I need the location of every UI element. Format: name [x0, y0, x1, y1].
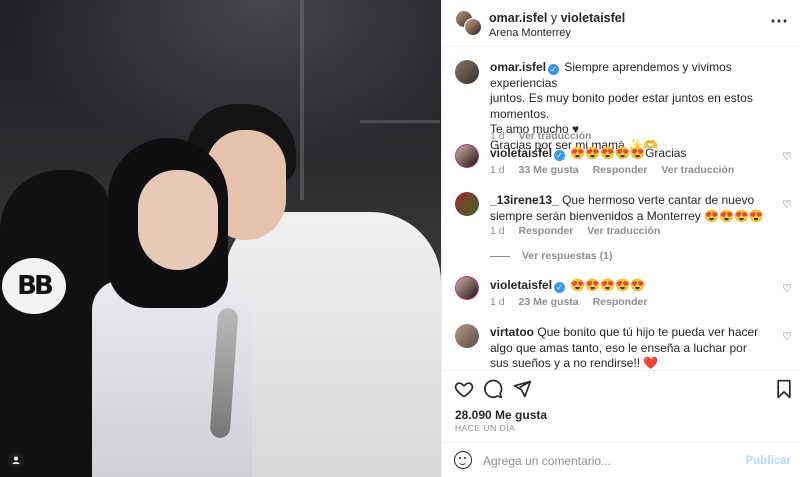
author-joiner: y	[550, 11, 558, 25]
more-horizontal-icon[interactable]: ⋯	[770, 12, 789, 30]
comment-icon[interactable]	[483, 379, 503, 403]
view-replies-label: Ver respuestas (1)	[522, 250, 613, 262]
reply-link[interactable]: Responder	[593, 164, 648, 176]
avatar[interactable]	[455, 276, 479, 300]
post-side-panel: omar.isfel y violetaisfel Arena Monterre…	[441, 0, 800, 477]
comment-user[interactable]: _13irene13_	[490, 193, 559, 207]
translate-link[interactable]: Ver traducción	[587, 225, 660, 237]
post-photo[interactable]: BB	[0, 0, 441, 477]
timestamp[interactable]: 1 d	[490, 225, 505, 237]
view-replies-button[interactable]: Ver respuestas (1)	[490, 250, 612, 262]
post-date[interactable]: HACE UN DÍA	[455, 423, 515, 433]
man-shirt	[226, 212, 441, 477]
comment-user[interactable]: virtatoo	[490, 325, 534, 339]
post-authors: omar.isfel y violetaisfel	[489, 11, 625, 25]
timestamp[interactable]: 1 d	[490, 130, 505, 142]
collab-avatars[interactable]	[455, 10, 482, 36]
comment-text: 😍😍😍😍😍	[570, 278, 646, 292]
heart-icon[interactable]: ♡	[782, 330, 792, 343]
comment-user[interactable]: violetaisfel	[490, 278, 552, 292]
stage-truss	[360, 120, 440, 123]
author-link[interactable]: omar.isfel	[489, 11, 547, 25]
verified-icon: ✓	[554, 150, 566, 161]
caption-line: juntos. Es muy bonito poder estar juntos…	[490, 91, 753, 121]
timestamp[interactable]: 1 d	[490, 164, 505, 176]
like-count[interactable]: 28.090 Me gusta	[455, 408, 547, 422]
reply-link[interactable]: Responder	[519, 225, 574, 237]
comment-meta: 1 d Responder Ver traducción	[490, 225, 671, 237]
heart-icon[interactable]: ♡	[782, 198, 792, 211]
reply-link[interactable]: Responder	[593, 296, 648, 308]
publish-button[interactable]: Publicar	[746, 455, 791, 467]
comment-body: violetaisfel ✓ 😍😍😍😍😍Gracias	[490, 146, 768, 162]
like-count[interactable]: 33 Me gusta	[519, 164, 579, 176]
avatar[interactable]	[455, 324, 479, 348]
verified-icon: ✓	[554, 282, 566, 293]
comment-body: virtatoo Que bonito que tú hijo te pueda…	[490, 325, 768, 370]
bookmark-icon[interactable]	[775, 379, 793, 403]
like-count[interactable]: 23 Me gusta	[519, 296, 579, 308]
shirt-logo: BB	[2, 258, 66, 314]
avatar[interactable]	[455, 144, 479, 168]
emoji-icon[interactable]	[454, 451, 472, 469]
comments-list[interactable]: omar.isfel ✓ Siempre aprendemos y vivimos…	[442, 48, 800, 370]
heart-icon[interactable]: ♡	[782, 282, 792, 295]
comment-user[interactable]: violetaisfel	[490, 146, 552, 160]
share-icon[interactable]	[512, 379, 532, 403]
translate-link[interactable]: Ver traducción	[661, 164, 734, 176]
timestamp[interactable]: 1 d	[490, 296, 505, 308]
author-link[interactable]: violetaisfel	[561, 11, 626, 25]
comment-input[interactable]	[483, 451, 733, 471]
heart-icon[interactable]	[454, 379, 474, 403]
caption-meta: 1 d Ver traducción	[490, 130, 602, 142]
comment-composer: Publicar	[442, 442, 800, 477]
avatar[interactable]	[455, 60, 479, 84]
location-link[interactable]: Arena Monterrey	[489, 27, 571, 39]
comment-text: 😍😍😍😍😍Gracias	[570, 146, 687, 160]
user-tag-icon[interactable]	[8, 452, 24, 468]
divider	[490, 255, 510, 257]
comment-body: violetaisfel ✓ 😍😍😍😍😍	[490, 278, 768, 294]
heart-icon[interactable]: ♡	[782, 150, 792, 163]
post-header: omar.isfel y violetaisfel Arena Monterre…	[442, 0, 800, 47]
post-actions	[442, 370, 800, 404]
translate-link[interactable]: Ver traducción	[519, 130, 592, 142]
comment-meta: 1 d 33 Me gusta Responder Ver traducción	[490, 164, 745, 176]
comment-body: _13irene13_ Que hermoso verte cantar de …	[490, 193, 768, 224]
woman-face	[138, 170, 218, 270]
avatar[interactable]	[455, 192, 479, 216]
avatar[interactable]	[464, 18, 482, 36]
comment-meta: 1 d 23 Me gusta Responder	[490, 296, 658, 308]
stage-truss	[300, 0, 304, 200]
caption-user[interactable]: omar.isfel	[490, 60, 546, 74]
verified-icon: ✓	[548, 64, 560, 75]
